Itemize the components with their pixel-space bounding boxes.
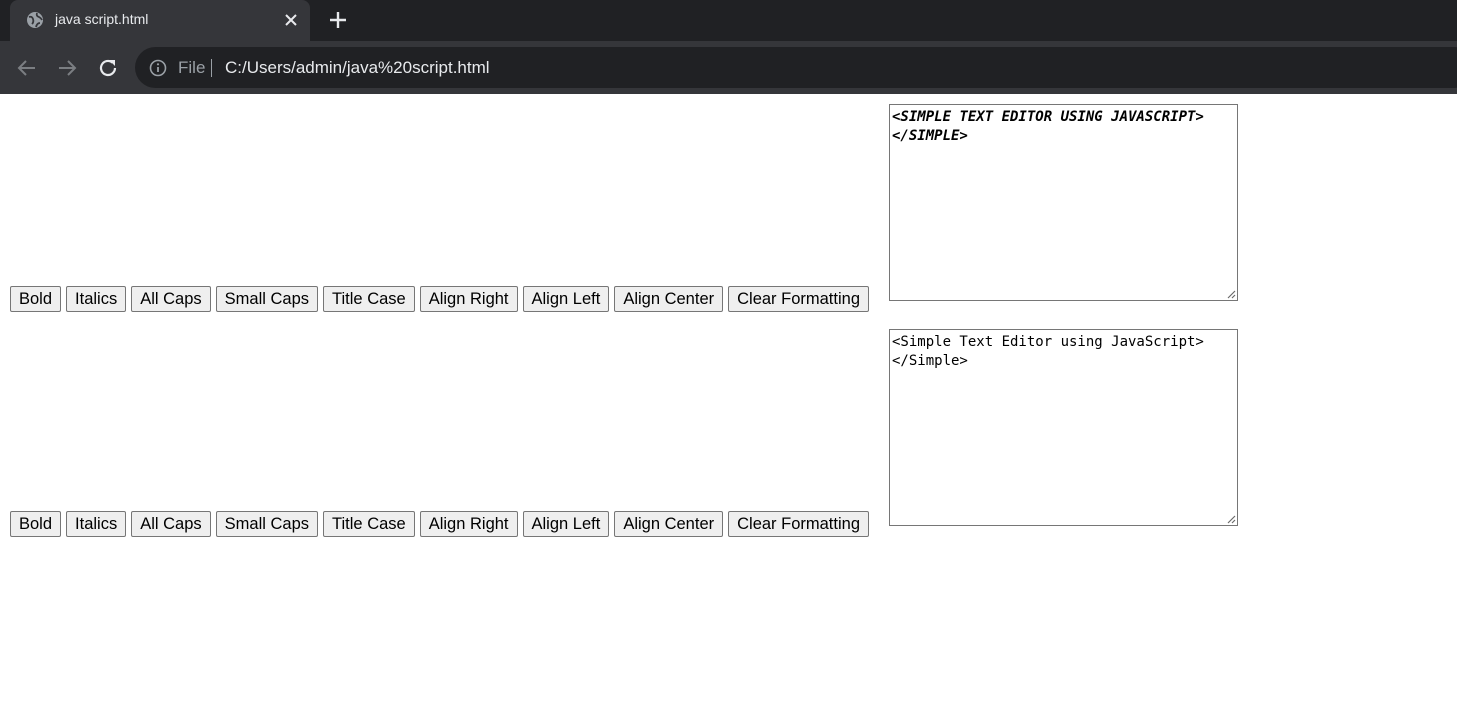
align-center-button[interactable]: Align Center — [614, 511, 724, 537]
italics-button[interactable]: Italics — [66, 286, 127, 312]
editor-section-1: Bold Italics All Caps Small Caps Title C… — [10, 104, 1250, 312]
tab-title: java script.html — [55, 11, 149, 27]
reload-icon[interactable] — [96, 56, 120, 80]
all-caps-button[interactable]: All Caps — [131, 286, 211, 312]
bold-button[interactable]: Bold — [10, 511, 62, 537]
align-right-button[interactable]: Align Right — [419, 511, 518, 537]
back-arrow-icon[interactable] — [15, 56, 39, 80]
resize-grip-icon[interactable] — [1226, 514, 1236, 524]
close-icon[interactable] — [282, 11, 300, 29]
title-case-button[interactable]: Title Case — [323, 286, 415, 312]
clear-formatting-button[interactable]: Clear Formatting — [728, 511, 869, 537]
align-left-button[interactable]: Align Left — [522, 511, 610, 537]
address-separator — [211, 59, 212, 77]
editor-section-2: Bold Italics All Caps Small Caps Title C… — [10, 329, 1250, 537]
all-caps-button[interactable]: All Caps — [131, 511, 211, 537]
formatting-toolbar: Bold Italics All Caps Small Caps Title C… — [10, 511, 874, 537]
align-center-button[interactable]: Align Center — [614, 286, 724, 312]
bold-button[interactable]: Bold — [10, 286, 62, 312]
browser-toolbar: File C:/Users/admin/java%20script.html — [0, 41, 1457, 94]
browser-tab[interactable]: java script.html — [10, 0, 310, 41]
globe-icon — [27, 12, 43, 28]
align-right-button[interactable]: Align Right — [419, 286, 518, 312]
forward-arrow-icon[interactable] — [55, 56, 79, 80]
formatting-toolbar: Bold Italics All Caps Small Caps Title C… — [10, 286, 874, 312]
resize-grip-icon[interactable] — [1226, 289, 1236, 299]
info-icon[interactable] — [149, 59, 167, 77]
small-caps-button[interactable]: Small Caps — [215, 511, 319, 537]
title-case-button[interactable]: Title Case — [323, 511, 415, 537]
align-left-button[interactable]: Align Left — [522, 286, 610, 312]
url-text[interactable]: C:/Users/admin/java%20script.html — [225, 57, 490, 79]
text-editor-area[interactable]: <Simple Text Editor using JavaScript> </… — [889, 329, 1238, 526]
small-caps-button[interactable]: Small Caps — [215, 286, 319, 312]
text-editor-area[interactable]: <SIMPLE TEXT EDITOR USING JAVASCRIPT> </… — [889, 104, 1238, 301]
address-bar[interactable]: File C:/Users/admin/java%20script.html — [135, 47, 1457, 88]
clear-formatting-button[interactable]: Clear Formatting — [728, 286, 869, 312]
plus-icon[interactable] — [327, 9, 349, 31]
tab-strip: java script.html — [0, 0, 1457, 41]
italics-button[interactable]: Italics — [66, 511, 127, 537]
scheme-label: File — [178, 58, 206, 77]
